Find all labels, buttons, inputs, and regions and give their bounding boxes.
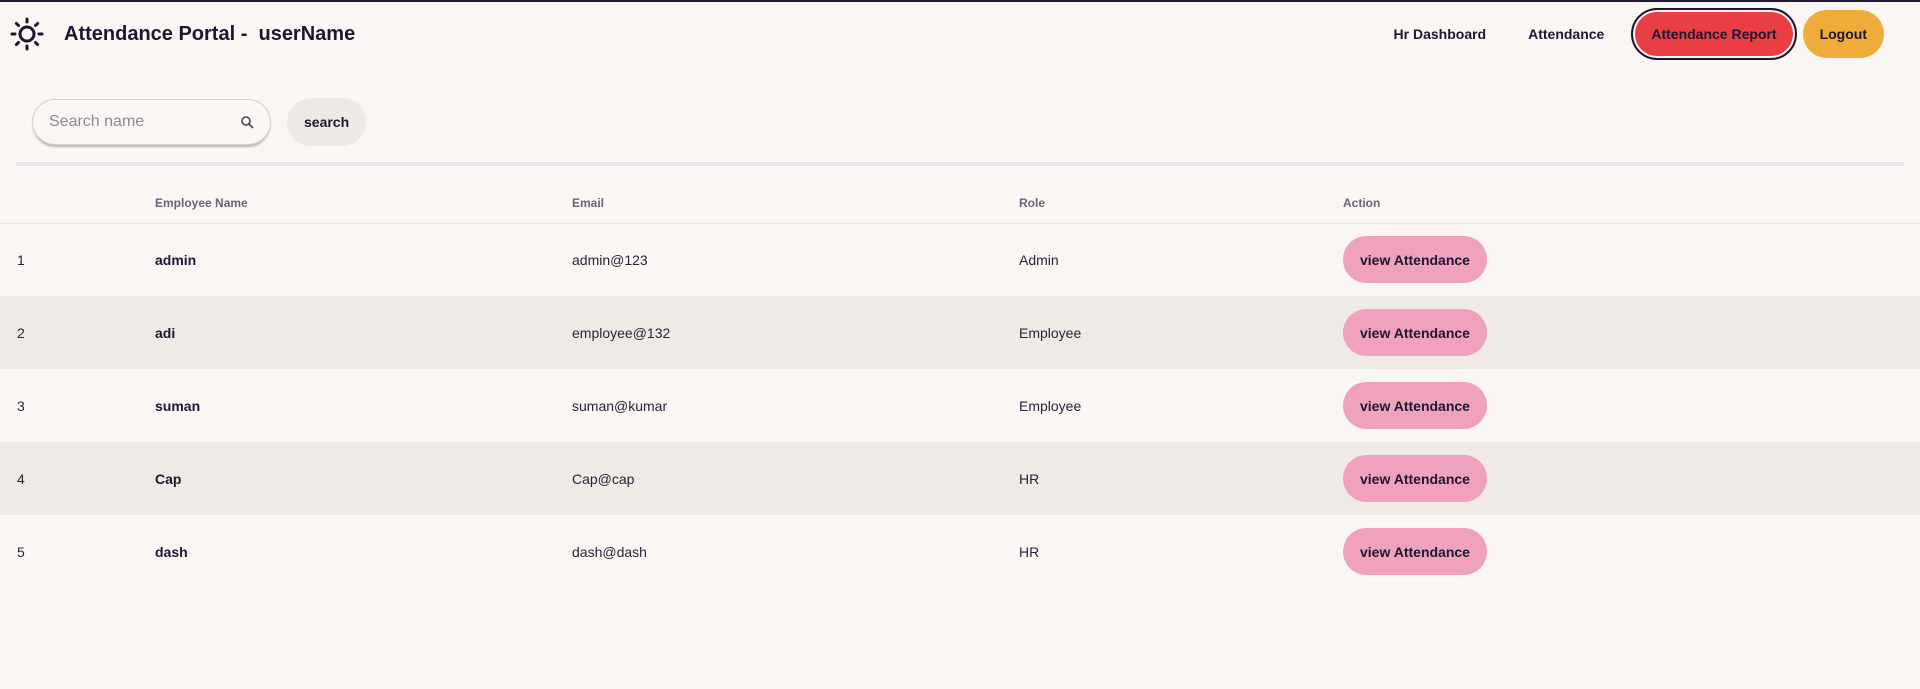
column-header-index <box>0 183 155 224</box>
sun-icon[interactable] <box>10 17 44 51</box>
action-cell: view Attendance <box>1343 515 1920 588</box>
row-index: 2 <box>17 324 25 341</box>
view-attendance-button[interactable]: view Attendance <box>1343 528 1487 575</box>
logout-button[interactable]: Logout <box>1802 10 1884 58</box>
search-button[interactable]: search <box>287 98 367 146</box>
search-bar: search <box>0 66 1920 146</box>
search-input[interactable] <box>49 113 240 131</box>
action-cell: view Attendance <box>1343 369 1920 442</box>
nav-attendance[interactable]: Attendance <box>1507 26 1625 42</box>
nav-hr-dashboard[interactable]: Hr Dashboard <box>1373 26 1508 42</box>
employee-email: suman@kumar <box>572 397 668 414</box>
row-index: 1 <box>17 251 25 268</box>
navbar: Attendance Portal - userName Hr Dashboar… <box>0 2 1920 66</box>
employee-name: Cap <box>155 470 182 487</box>
column-header-action: Action <box>1343 183 1920 224</box>
view-attendance-button[interactable]: view Attendance <box>1343 455 1487 502</box>
table-header-row: Employee Name Email Role Action <box>0 183 1920 224</box>
employee-name: adi <box>155 324 176 341</box>
employee-role: HR <box>1019 543 1040 560</box>
view-attendance-button[interactable]: view Attendance <box>1343 236 1487 284</box>
employee-table: Employee Name Email Role Action 1 admin … <box>0 183 1920 588</box>
row-index: 4 <box>17 470 25 487</box>
column-header-email: Email <box>572 183 1019 224</box>
employee-email: employee@132 <box>572 324 671 341</box>
search-field[interactable] <box>32 99 271 145</box>
column-header-name: Employee Name <box>155 183 572 224</box>
employee-email: admin@123 <box>572 251 648 268</box>
action-cell: view Attendance <box>1343 296 1920 369</box>
table-row: 3 suman suman@kumar Employee view Attend… <box>0 369 1920 442</box>
table-row: 2 adi employee@132 Employee view Attenda… <box>0 296 1920 369</box>
action-cell: view Attendance <box>1343 442 1920 515</box>
employee-name: suman <box>155 397 201 414</box>
view-attendance-button[interactable]: view Attendance <box>1343 309 1487 356</box>
employee-role: Employee <box>1019 324 1082 341</box>
employee-role: HR <box>1019 470 1040 487</box>
view-attendance-button[interactable]: view Attendance <box>1343 382 1487 429</box>
employee-name: admin <box>155 251 197 268</box>
employee-email: dash@dash <box>572 543 647 560</box>
table-row: 4 Cap Cap@cap HR view Attendance <box>0 442 1920 515</box>
employee-name: dash <box>155 543 188 560</box>
attendance-report-button[interactable]: Attendance Report <box>1631 8 1797 60</box>
page-title: Attendance Portal - userName <box>64 22 356 45</box>
column-header-role: Role <box>1019 183 1343 224</box>
table-row: 1 admin admin@123 Admin view Attendance <box>0 223 1920 296</box>
search-icon[interactable] <box>240 115 254 129</box>
divider <box>16 162 1904 166</box>
action-cell: view Attendance <box>1343 223 1920 296</box>
row-index: 5 <box>17 543 25 560</box>
table-row: 5 dash dash@dash HR view Attendance <box>0 515 1920 588</box>
employee-role: Employee <box>1019 397 1082 414</box>
employee-email: Cap@cap <box>572 470 635 487</box>
nav-menu: Hr Dashboard Attendance Attendance Repor… <box>1373 8 1910 60</box>
row-index: 3 <box>17 397 25 414</box>
employee-role: Admin <box>1019 251 1059 268</box>
